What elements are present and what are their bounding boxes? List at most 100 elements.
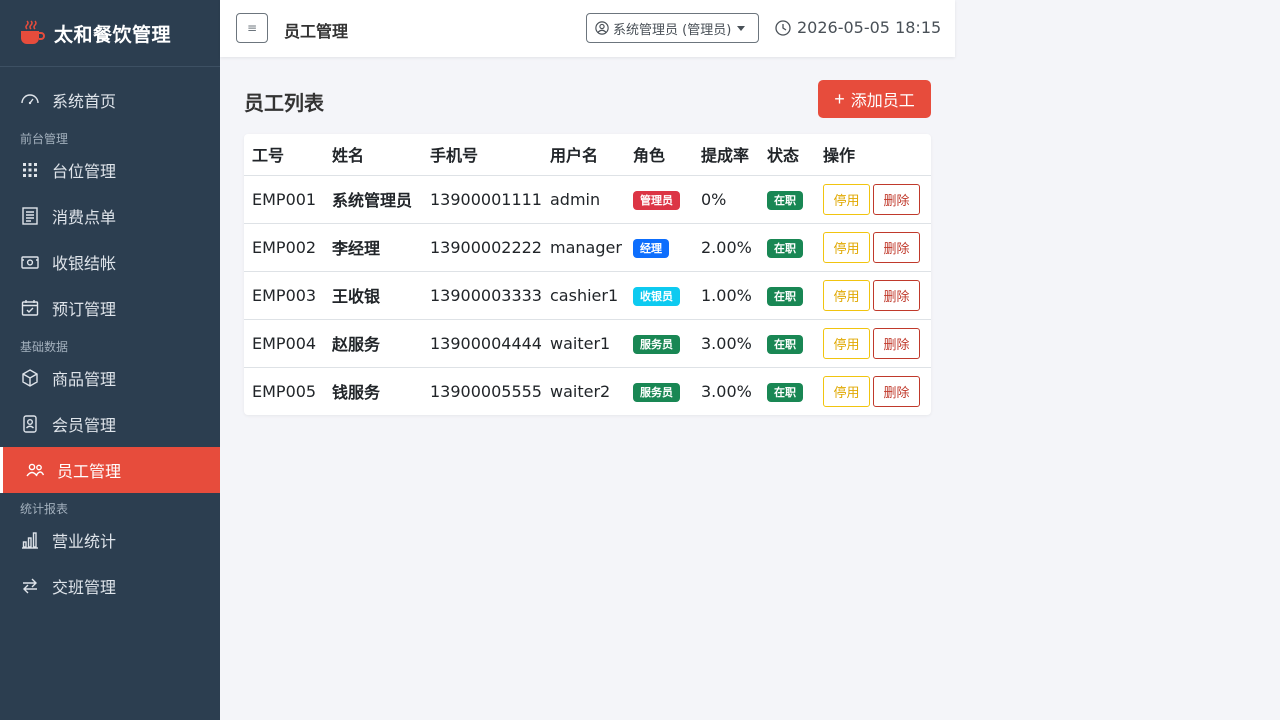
employee-username: cashier1 [542, 271, 625, 320]
add-employee-label: 添加员工 [850, 93, 915, 110]
user-dropdown[interactable]: 系统管理员 (管理员) [586, 13, 759, 43]
sidebar: 太和餐饮管理 系统首页 前台管理 台位管理 消费点单 收银结帐 预订管理 基础数据 商品管理会… [0, 0, 220, 720]
status-badge: 在职 [767, 190, 803, 210]
sidebar-item-label: 预订管理 [52, 300, 117, 319]
table-row: EMP005 钱服务 13900005555 waiter2 服务员 3.00% 在职 停用删… [244, 367, 931, 415]
employee-id: EMP003 [244, 271, 324, 320]
employee-name: 王收银 [324, 271, 422, 320]
people-icon [25, 460, 45, 480]
sidebar-item[interactable]: 消费点单 [0, 193, 220, 239]
dashboard-icon [20, 90, 40, 110]
sidebar-item-label: 收银结帐 [52, 254, 117, 273]
role-badge: 服务员 [633, 334, 680, 354]
sidebar-item[interactable]: 营业统计 [0, 517, 220, 563]
role-badge: 管理员 [633, 190, 680, 210]
status-badge: 在职 [767, 286, 803, 306]
disable-button[interactable]: 停用 [823, 375, 870, 407]
clock: 2026-05-05 18:15 [775, 18, 941, 37]
column-header: 手机号 [422, 134, 542, 176]
column-header: 提成率 [693, 134, 759, 176]
sidebar-item-label: 员工管理 [57, 462, 122, 481]
actions-cell: 停用 删除 [815, 319, 931, 368]
delete-button[interactable]: 删除 [873, 327, 920, 359]
page-title: 员工管理 [284, 22, 349, 41]
role-cell: 服务员 [625, 367, 693, 415]
status-badge: 在职 [767, 334, 803, 354]
employee-phone: 13900004444 [422, 319, 542, 368]
status-cell: 在职 [759, 175, 815, 224]
employee-id: EMP005 [252, 381, 317, 401]
employee-id: EMP001 [244, 175, 324, 224]
sidebar-item-label: 营业统计 [52, 532, 117, 551]
bar-chart-icon [20, 530, 40, 550]
sidebar-nav: 系统首页 前台管理 台位管理 消费点单 收银结帐 预订管理 基础数据 商品管理 会员管理 员工管理… [0, 67, 220, 609]
employee-list-title: 员工列表 [244, 91, 324, 115]
sidebar-item[interactable]: 系统首页 [0, 77, 220, 123]
menu-toggle-button[interactable]: ≡ [236, 13, 268, 43]
sidebar-item[interactable]: 收银结帐 [0, 239, 220, 285]
disable-button[interactable]: 停用 [823, 279, 870, 311]
employee-phone: 13900001111 [422, 175, 542, 224]
sidebar-item[interactable]: 商品管理 [0, 355, 220, 401]
sidebar-item-label: 会员管理 [52, 416, 117, 435]
employee-name: 李经理 [324, 223, 422, 272]
role-cell: 管理员 [625, 175, 693, 224]
sidebar-item-label: 商品管理 [52, 370, 117, 389]
employee-name: 钱服务 [332, 383, 381, 403]
status-cell: 在职 [759, 223, 815, 272]
role-badge: 服务员 [633, 382, 680, 402]
status-cell: 在职 [759, 271, 815, 320]
sidebar-item[interactable]: 交班管理 [0, 563, 220, 609]
role-cell: 经理 [625, 223, 693, 272]
status-cell: 在职 [759, 319, 815, 368]
datetime: 2026-05-05 18:15 [797, 18, 942, 37]
cash-icon [20, 252, 40, 272]
coffee-cup-icon [21, 20, 45, 44]
actions-cell: 停用 删除 [815, 175, 931, 224]
status-cell: 在职 [759, 367, 815, 415]
add-employee-button[interactable]: + 添加员工 [818, 80, 931, 118]
sidebar-item[interactable]: 员工管理 [0, 447, 220, 493]
actions-cell: 停用 删除 [815, 271, 931, 320]
hamburger-icon: ≡ [246, 21, 258, 35]
role-badge: 收银员 [633, 286, 680, 306]
employee-username: manager [542, 223, 625, 272]
delete-button[interactable]: 删除 [873, 183, 920, 215]
commission-rate: 3.00% [701, 381, 752, 401]
receipt-icon [20, 206, 40, 226]
employee-phone: 13900005555 [430, 381, 542, 401]
sidebar-item[interactable]: 台位管理 [0, 147, 220, 193]
employee-id: EMP002 [244, 223, 324, 272]
disable-button[interactable]: 停用 [823, 231, 870, 263]
commission-rate: 1.00% [693, 271, 759, 320]
grid-icon [20, 160, 40, 180]
delete-button[interactable]: 删除 [873, 231, 920, 263]
app-title: 太和餐饮管理 [54, 23, 172, 46]
sidebar-item[interactable]: 预订管理 [0, 285, 220, 331]
user-label: 系统管理员 (管理员) [613, 22, 732, 38]
employee-name: 系统管理员 [324, 175, 422, 224]
disable-button[interactable]: 停用 [823, 183, 870, 215]
brand[interactable]: 太和餐饮管理 [0, 0, 220, 67]
delete-button[interactable]: 删除 [873, 375, 920, 407]
box-icon [20, 368, 40, 388]
delete-button[interactable]: 删除 [873, 279, 920, 311]
top-header: ≡ 员工管理 系统管理员 (管理员) 2026-05-05 18:15 [220, 0, 955, 57]
sidebar-section-label: 统计报表 [20, 502, 69, 516]
column-header: 操作 [815, 134, 931, 176]
table-row: EMP001 系统管理员 13900001111 admin 管理员 0% 在职 停用 删除 [244, 175, 931, 224]
swap-icon [20, 576, 40, 596]
clock-icon [775, 19, 791, 36]
table-row: EMP004 赵服务 13900004444 waiter1 服务员 3.00% 在职 停用删… [244, 319, 931, 368]
sidebar-item[interactable]: 会员管理 [0, 401, 220, 447]
employee-table-card: 工号 姓名 手机号 用户名 角色 提成率 状态 操作 EMP001 系统管理员 139000011… [244, 134, 931, 415]
member-card-icon [20, 414, 40, 434]
sidebar-item-label: 交班管理 [52, 578, 117, 597]
employee-phone: 13900003333 [422, 271, 542, 320]
sidebar-item-label: 消费点单 [52, 208, 117, 227]
column-header: 状态 [759, 134, 815, 176]
column-header: 角色 [625, 134, 693, 176]
column-header: 工号 [244, 134, 324, 176]
commission-rate: 3.00% [693, 319, 759, 368]
disable-button[interactable]: 停用 [823, 327, 870, 359]
